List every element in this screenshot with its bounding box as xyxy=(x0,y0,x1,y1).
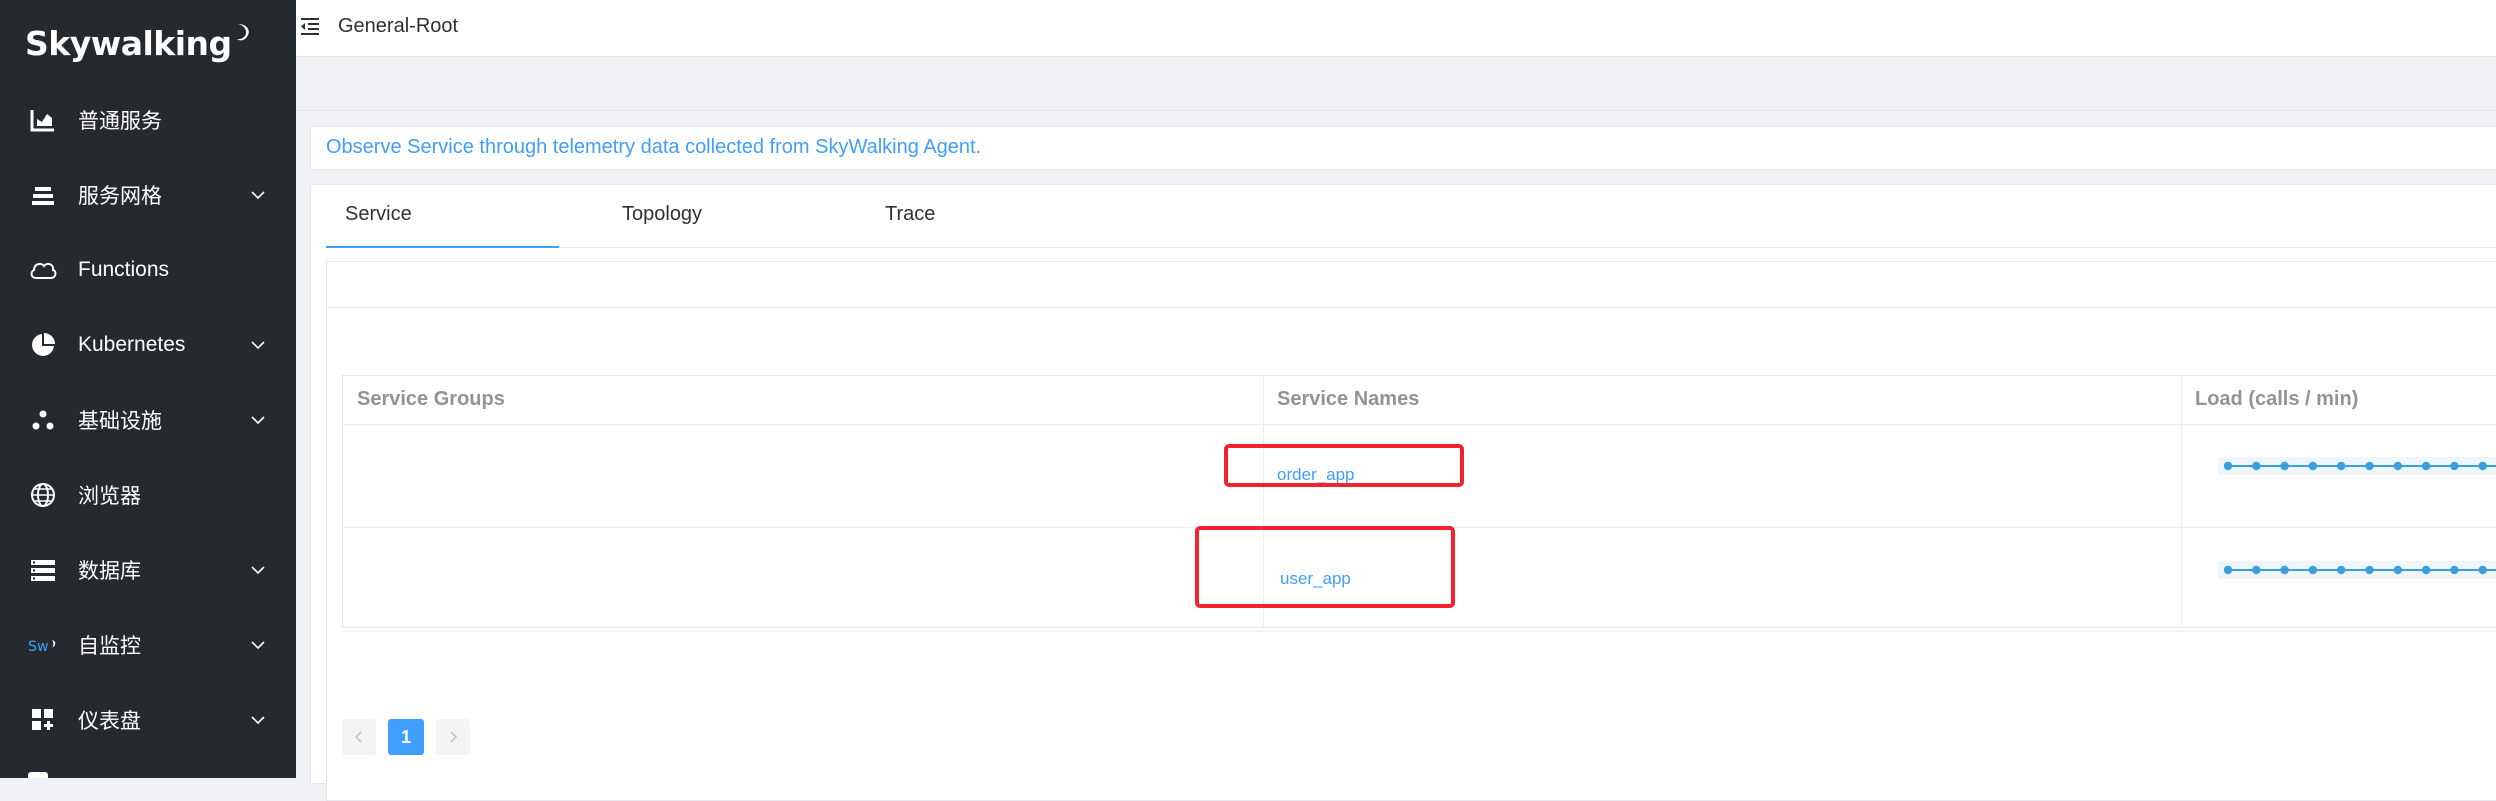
header-service-names: Service Names xyxy=(1277,388,1420,410)
sparkline-point xyxy=(2308,461,2318,471)
info-alert: Observe Service through telemetry data c… xyxy=(310,126,2496,170)
sidebar-item-label: 基础设施 xyxy=(78,409,162,433)
logo-swirl-icon xyxy=(236,24,249,41)
sidebar-item-service-mesh[interactable]: 服务网格 xyxy=(0,157,296,232)
sparkline-point xyxy=(2478,565,2487,575)
breadcrumb[interactable]: General-Root xyxy=(338,15,458,38)
sub-toolbar xyxy=(296,57,2496,111)
sidebar-menu: 普通服务 服务网格 Functions Kubernetes 基础设施 浏览器 … xyxy=(0,82,296,757)
header-load: Load (calls / min) xyxy=(2195,388,2359,410)
sidebar-item-infrastructure[interactable]: 基础设施 xyxy=(0,382,296,457)
sparkline-point xyxy=(2337,461,2346,471)
sidebar-item-label: 仪表盘 xyxy=(78,709,141,733)
tab-service[interactable]: Service xyxy=(345,203,412,226)
chevron-down-icon xyxy=(251,340,265,349)
tab-topology[interactable]: Topology xyxy=(622,203,702,226)
sidebar-item-partial-icon xyxy=(28,772,48,778)
next-page-button[interactable] xyxy=(436,719,470,755)
alert-text: Observe Service through telemetry data c… xyxy=(326,136,982,158)
sidebar-item-label: 浏览器 xyxy=(78,484,141,508)
sparkline-point xyxy=(2365,565,2374,575)
layers-icon xyxy=(28,180,58,210)
bar-chart-icon xyxy=(28,105,58,135)
prev-page-button[interactable] xyxy=(342,719,376,755)
sparkline-point xyxy=(2421,565,2431,575)
database-icon xyxy=(28,555,58,585)
collapse-menu-icon[interactable] xyxy=(299,16,321,38)
chevron-down-icon xyxy=(251,640,265,649)
highlight-box-order-app xyxy=(1224,444,1464,487)
chevron-down-icon xyxy=(251,565,265,574)
chevron-right-icon xyxy=(450,731,458,743)
sidebar-item-browser[interactable]: 浏览器 xyxy=(0,457,296,532)
svg-text:Sw: Sw xyxy=(28,638,49,654)
active-tab-indicator xyxy=(326,246,559,248)
table-header-row: Service Groups Service Names Load (calls… xyxy=(343,376,2496,425)
sparkline-point xyxy=(2450,461,2459,471)
chevron-left-icon xyxy=(354,731,362,743)
logo-text: Skywalking xyxy=(25,23,232,63)
sidebar: Skywalking 普通服务 服务网格 Functions Kubernete… xyxy=(0,0,296,778)
sidebar-item-label: Kubernetes xyxy=(78,332,186,356)
skywalking-logo[interactable]: Skywalking xyxy=(25,18,254,68)
sparkline-point xyxy=(2308,565,2318,575)
sparkline-point xyxy=(2252,565,2261,575)
pagination: 1 xyxy=(342,719,482,755)
cloud-icon xyxy=(28,255,58,285)
nodes-icon xyxy=(28,405,58,435)
chevron-down-icon xyxy=(251,415,265,424)
sidebar-item-database[interactable]: 数据库 xyxy=(0,532,296,607)
load-sparkline xyxy=(2218,561,2496,579)
sparkline-point xyxy=(2393,565,2402,575)
sparkline-point xyxy=(2450,565,2459,575)
sidebar-item-label: Functions xyxy=(78,257,170,281)
header-service-groups: Service Groups xyxy=(357,388,505,410)
sidebar-item-functions[interactable]: Functions xyxy=(0,232,296,307)
chevron-down-icon xyxy=(251,715,265,724)
sw-logo-icon: Sw xyxy=(28,630,58,660)
sparkline-point xyxy=(2337,565,2346,575)
sparkline-point xyxy=(2280,461,2289,471)
sidebar-item-label: 普通服务 xyxy=(78,109,162,133)
sparkline-point xyxy=(2365,461,2374,471)
sidebar-item-label: 服务网格 xyxy=(78,184,162,208)
chevron-down-icon xyxy=(251,190,265,199)
load-sparkline xyxy=(2218,457,2496,475)
tab-trace[interactable]: Trace xyxy=(885,203,935,226)
globe-icon xyxy=(28,480,58,510)
sidebar-item-label: 数据库 xyxy=(78,559,141,583)
sparkline-point xyxy=(2478,461,2487,471)
sidebar-item-self-observability[interactable]: Sw 自监控 xyxy=(0,607,296,682)
sidebar-item-general-service[interactable]: 普通服务 xyxy=(0,82,296,157)
page-number-button[interactable]: 1 xyxy=(388,719,424,755)
sparkline-point xyxy=(2252,461,2261,471)
sparkline-point xyxy=(2393,461,2402,471)
top-bar: General-Root xyxy=(296,0,2496,57)
sparkline-point xyxy=(2280,565,2289,575)
sidebar-item-dashboard[interactable]: 仪表盘 xyxy=(0,682,296,757)
sparkline-point xyxy=(2421,461,2431,471)
sidebar-item-label: 自监控 xyxy=(78,634,141,658)
pie-chart-icon xyxy=(28,330,58,360)
dashboard-grid-icon xyxy=(28,705,58,735)
widget-header xyxy=(327,262,2496,308)
tab-bar: Service Topology Trace xyxy=(326,185,2496,248)
highlight-box-user-app xyxy=(1195,526,1455,608)
sidebar-item-kubernetes[interactable]: Kubernetes xyxy=(0,307,296,382)
sparkline-point xyxy=(2223,461,2233,471)
sparkline-point xyxy=(2223,565,2233,575)
